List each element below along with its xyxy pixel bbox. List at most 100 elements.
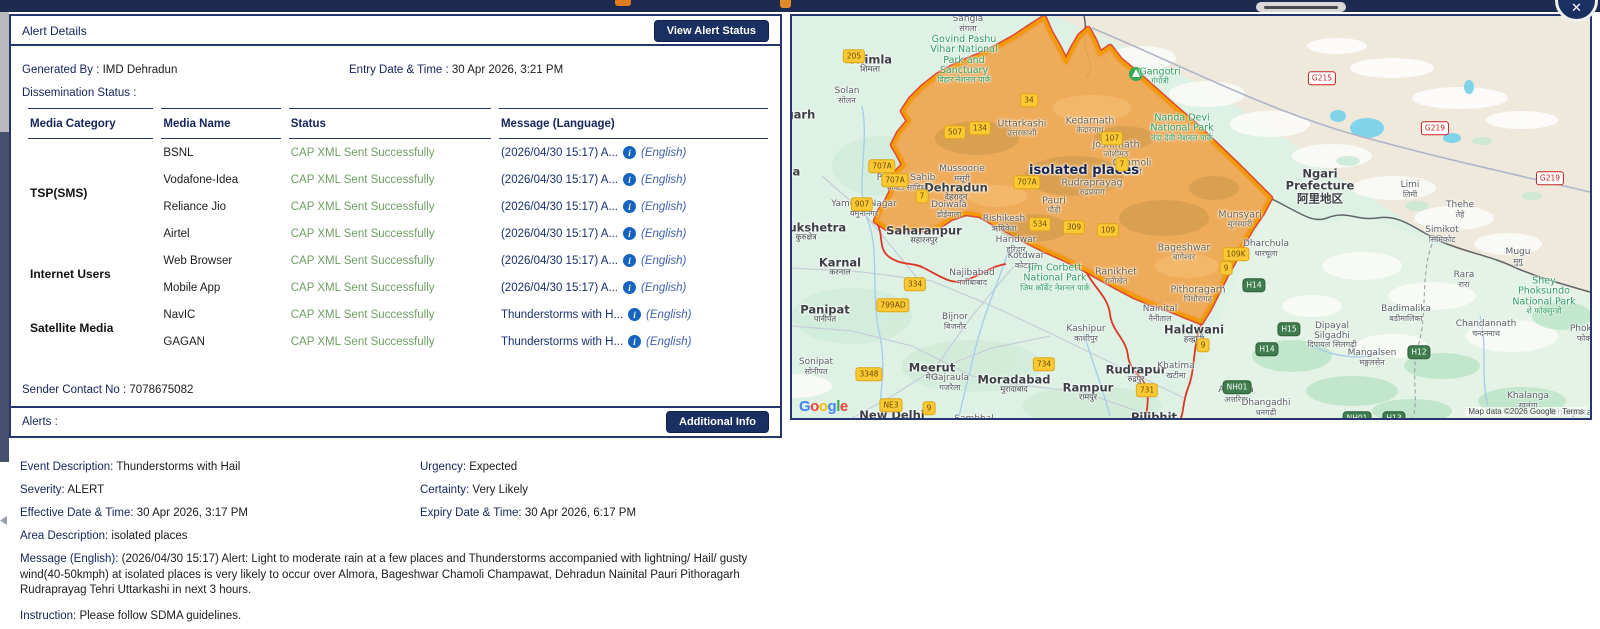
instruction-field: Instruction: Please follow SDMA guidelin… xyxy=(20,610,772,622)
header-tab-fragment xyxy=(1256,2,1346,12)
info-icon[interactable]: i xyxy=(623,200,636,213)
message-cell: Thunderstorms with H...i(English) xyxy=(499,301,768,328)
sidebar-collapse-arrow[interactable] xyxy=(0,516,7,525)
message-label: Message (English): xyxy=(20,553,118,565)
message-cell: (2026/04/30 15:17) A...i(English) xyxy=(499,274,768,301)
message-value: (2026/04/30 15:17) Alert: Light to moder… xyxy=(20,553,747,596)
status-cell: CAP XML Sent Successfully xyxy=(289,166,491,193)
message-cell: (2026/04/30 15:17) A...i(English) xyxy=(499,220,768,247)
road-shield: 107 xyxy=(1101,131,1123,145)
map-label: Pilibhit xyxy=(1131,411,1177,420)
map-label: Uttarkashiउत्तरकाशी xyxy=(998,120,1047,139)
media-name-cell: Vodafone-Idea xyxy=(161,166,280,193)
media-category-cell: Internet Users xyxy=(28,247,153,301)
message-field: Message (English): (2026/04/30 15:17) Al… xyxy=(20,552,765,599)
info-icon[interactable]: i xyxy=(623,173,636,186)
map-label: Gangotriगंगोत्री xyxy=(1139,68,1180,87)
map-label: Gajraulaगजरैला xyxy=(931,374,969,392)
map-label: Panipatपानीपत xyxy=(800,303,850,324)
sidebar-strip-top xyxy=(0,12,9,132)
road-shield: NE3 xyxy=(879,398,902,412)
road-shield: 731 xyxy=(1136,383,1158,397)
alert-area-map[interactable]: SanglaसंगलाGovind PashuVihar NationalPar… xyxy=(790,14,1592,420)
alert-details-page: ✕ Alert Details View Alert Status Genera… xyxy=(0,0,1600,629)
road-shield: 707A xyxy=(868,159,895,173)
map-label: Muguमुगु xyxy=(1506,248,1531,266)
map-label: Pauriपौड़ी xyxy=(1042,197,1066,216)
dissemination-table-body: TSP(SMS)BSNLCAP XML Sent Successfully(20… xyxy=(28,139,768,355)
media-category-cell: TSP(SMS) xyxy=(28,139,153,247)
status-cell: CAP XML Sent Successfully xyxy=(289,247,491,274)
alert-details-panel: Alert Details View Alert Status Generate… xyxy=(9,14,782,438)
message-language: (English) xyxy=(641,255,686,267)
map-label: DipayalSilgadhiदिपायल सिलगढ़ी xyxy=(1307,322,1357,350)
map-label: Mangalsenमङ्गलसेन xyxy=(1348,349,1397,367)
message-language: (English) xyxy=(641,282,686,294)
page-header-bar xyxy=(0,0,1600,12)
message-cell: (2026/04/30 15:17) A...i(English) xyxy=(499,166,768,193)
road-shield: H12 xyxy=(1407,345,1430,359)
info-icon[interactable]: i xyxy=(628,335,641,348)
map-label: Dhangadhiधनगढ़ी xyxy=(1242,399,1291,417)
map-label: Chandigarhचंडीगढ़ xyxy=(790,108,815,129)
map-label: Sonipatसोनीपत xyxy=(799,358,833,376)
additional-info-button[interactable]: Additional Info xyxy=(666,411,769,433)
message-language: (English) xyxy=(641,228,686,240)
map-label: Theheतेहे xyxy=(1446,201,1474,219)
road-shield: H14 xyxy=(1255,342,1278,356)
map-labels: SanglaसंगलाGovind PashuVihar NationalPar… xyxy=(792,16,1590,418)
road-shield: G219 xyxy=(1536,171,1564,185)
road-shield: NH01 xyxy=(1223,380,1252,394)
map-label: Karnalकरनाल xyxy=(819,256,861,277)
map-label: Rudraprayagरुद्रप्रयाग xyxy=(1061,179,1122,198)
detail-field: Severity: ALERT xyxy=(20,483,420,497)
road-shield: 9 xyxy=(1197,338,1210,352)
road-shield: 707A xyxy=(1013,175,1040,189)
map-label: Moradabadमुरादाबाद xyxy=(978,373,1051,394)
message-cell: (2026/04/30 15:17) A... i (English) xyxy=(499,247,768,274)
message-language: (English) xyxy=(641,201,686,213)
panel-header: Alert Details View Alert Status xyxy=(11,16,780,46)
message-language: (English) xyxy=(646,336,691,348)
road-shield: G219 xyxy=(1421,121,1449,135)
detail-field: Area Description: isolated places xyxy=(20,529,420,543)
info-icon[interactable]: i xyxy=(623,281,636,294)
message-preview: (2026/04/30 15:17) A... xyxy=(501,255,618,267)
map-label: Solanसोलन xyxy=(835,87,860,105)
message-language: (English) xyxy=(646,309,691,321)
view-alert-status-button[interactable]: View Alert Status xyxy=(654,20,769,42)
status-cell: CAP XML Sent Successfully xyxy=(289,139,491,166)
map-label: Chandannathचन्दननाथ xyxy=(1456,320,1517,338)
map-label: Jim CorbettNational Parkजिम कॉर्बेट नेशन… xyxy=(1020,263,1090,292)
map-copyright: Map data ©2026 Google xyxy=(1468,407,1555,416)
message-preview: (2026/04/30 15:17) A... xyxy=(501,174,618,186)
map-label: Sanglaसंगला xyxy=(953,15,984,33)
road-shield: 534 xyxy=(1029,217,1051,231)
generated-by-value: IMD Dehradun xyxy=(103,64,178,76)
info-icon[interactable]: i xyxy=(628,308,641,321)
map-label: Saharanpurसहारनपुर xyxy=(886,224,962,245)
road-shield: 707A xyxy=(881,173,908,187)
message-cell: Thunderstorms with H...i(English) xyxy=(499,328,768,355)
media-name-cell: Reliance Jio xyxy=(161,193,280,220)
road-shield: 34 xyxy=(1020,93,1038,107)
map-label: Bijnorबिजनौर xyxy=(942,313,968,331)
alert-info-section: Event Description: Thunderstorms with Ha… xyxy=(20,460,772,622)
road-shield: 907 xyxy=(851,197,873,211)
map-label: Kurukshetraकुरुक्षेत्र xyxy=(790,221,846,242)
road-shield: 334 xyxy=(904,277,926,291)
map-label: Kashipurकाशीपुर xyxy=(1066,325,1105,343)
info-icon[interactable]: i xyxy=(623,254,636,267)
map-label: Haldwaniहल्द्वानी xyxy=(1164,323,1224,344)
road-shield: 134 xyxy=(969,121,991,135)
map-label: Bageshwarबागेश्वर xyxy=(1158,244,1211,263)
info-icon[interactable]: i xyxy=(623,146,636,159)
map-label: Nainitalनैनीताल xyxy=(1143,305,1178,323)
status-cell: CAP XML Sent Successfully xyxy=(289,220,491,247)
road-shield: 309 xyxy=(1063,220,1085,234)
map-label: Ambalaअंबाला xyxy=(790,165,800,186)
google-logo[interactable]: Google xyxy=(799,398,848,415)
map-label: Simikotसिमिकोट xyxy=(1425,226,1458,244)
info-icon[interactable]: i xyxy=(623,227,636,240)
map-terms-link[interactable]: Terms xyxy=(1562,407,1584,416)
